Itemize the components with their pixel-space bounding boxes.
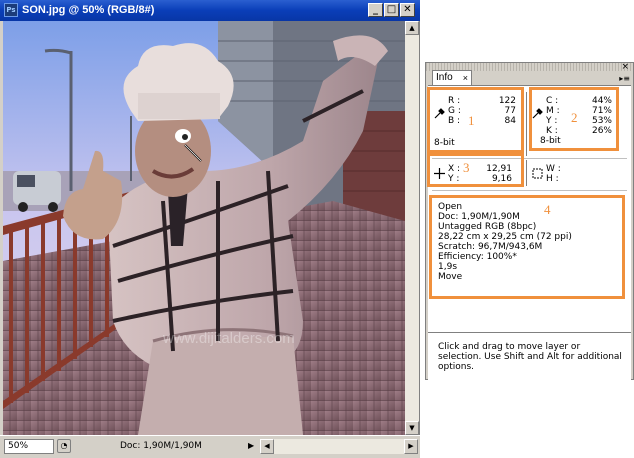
tab-info-label: Info (436, 72, 453, 83)
w-label: W : (546, 164, 561, 174)
palette-menu-icon[interactable]: ▸≡ (619, 74, 630, 83)
scroll-right-arrow-icon[interactable]: ▶ (404, 439, 418, 454)
image-canvas[interactable]: www.dijitalders.com (3, 21, 405, 435)
status-bar: 50% ◔ Doc: 1,90M/1,90M ▶ ◀ ▶ (0, 435, 420, 458)
size-readout: W : H : (532, 164, 612, 184)
tool-help-text: Click and drag to move layer or selectio… (438, 342, 622, 372)
annotation-number-3: 3 (463, 160, 470, 175)
divider (432, 190, 627, 191)
horizontal-scrollbar[interactable]: ◀ ▶ (260, 439, 418, 454)
status-icon[interactable]: ◔ (57, 439, 71, 453)
maximize-button[interactable]: □ (384, 3, 399, 17)
chef-statue-photo: www.dijitalders.com (3, 21, 405, 435)
divider (428, 332, 631, 333)
annotation-box-4 (429, 195, 625, 299)
annotation-box-1 (427, 87, 524, 153)
tab-info[interactable]: Info × (432, 70, 472, 86)
tab-close-icon[interactable]: × (463, 71, 468, 85)
divider (526, 92, 527, 156)
scroll-up-arrow-icon[interactable]: ▲ (405, 21, 419, 35)
annotation-box-3 (427, 153, 524, 187)
scroll-left-arrow-icon[interactable]: ◀ (260, 439, 274, 454)
document-titlebar[interactable]: Ps SON.jpg @ 50% (RGB/8#) _ □ ✕ (0, 0, 420, 21)
watermark-text: www.dijitalders.com (162, 330, 295, 347)
h-label: H : (546, 174, 559, 184)
annotation-number-4: 4 (544, 202, 551, 217)
photoshop-icon: Ps (4, 3, 18, 17)
doc-size-info: Doc: 1,90M/1,90M (120, 441, 202, 451)
close-button[interactable]: ✕ (400, 3, 415, 17)
scroll-down-arrow-icon[interactable]: ▼ (405, 421, 419, 435)
annotation-number-2: 2 (571, 110, 578, 125)
palette-close-icon[interactable]: × (621, 62, 629, 72)
document-title: SON.jpg @ 50% (RGB/8#) (22, 4, 155, 16)
document-window: Ps SON.jpg @ 50% (RGB/8#) _ □ ✕ www.diji… (0, 0, 420, 458)
zoom-level-field[interactable]: 50% (4, 439, 54, 454)
minimize-button[interactable]: _ (368, 3, 383, 17)
status-menu-arrow-icon[interactable]: ▶ (248, 441, 254, 450)
vertical-scrollbar[interactable]: ▲ ▼ (405, 21, 419, 435)
annotation-number-1: 1 (468, 113, 475, 128)
divider (526, 160, 527, 186)
